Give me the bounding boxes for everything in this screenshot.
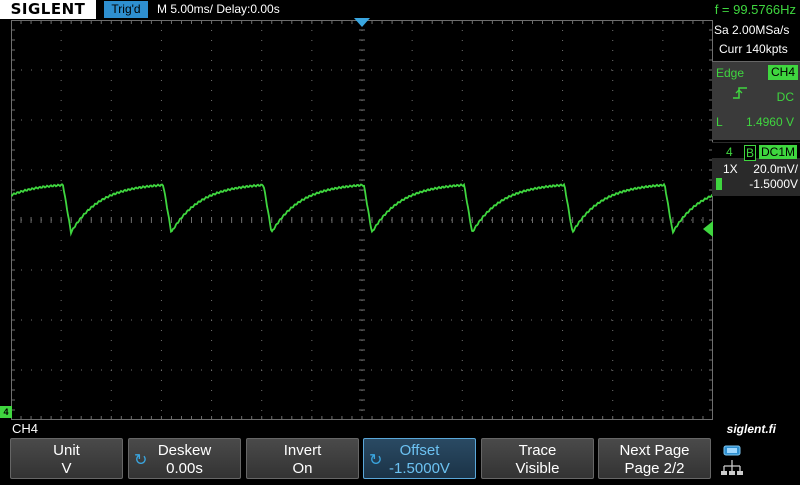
softkey-value: Visible — [515, 460, 560, 477]
channel-coupling: DC1M — [759, 145, 798, 159]
channel-number: 4 — [726, 145, 733, 159]
probe-attenuation: 1X — [723, 162, 738, 176]
brand-logo: SIGLENT — [0, 0, 96, 19]
softkey-label: Unit — [53, 442, 80, 459]
volts-per-div: 20.0mV/ — [753, 162, 798, 176]
rising-edge-icon — [732, 86, 748, 103]
channel-panel[interactable]: 4 B DC1M 1X 20.0mV/ -1.5000V — [712, 142, 800, 196]
frequency-readout: f = 99.5766Hz — [714, 2, 796, 17]
trigger-level-value: 1.4960 V — [745, 115, 794, 129]
trigger-level-label: L — [716, 115, 723, 129]
softkey-value: Page 2/2 — [624, 460, 685, 477]
invert-softkey[interactable]: Invert On — [246, 438, 359, 479]
softkey-bar: Unit V ↻ Deskew 0.00s Invert On ↻ Offset… — [10, 438, 712, 480]
rotary-knob-icon: ↻ — [369, 452, 383, 469]
rotary-knob-icon: ↻ — [134, 452, 148, 469]
top-status-bar: SIGLENT Trig'd M 5.00ms/ Delay:0.00s f =… — [0, 0, 800, 20]
trigger-position-marker[interactable] — [354, 18, 370, 27]
softkey-label: Invert — [283, 442, 322, 459]
memory-depth: Curr 140kpts — [719, 42, 788, 56]
timebase-readout[interactable]: M 5.00ms/ Delay:0.00s — [157, 1, 280, 18]
softkey-value: V — [61, 460, 72, 477]
trigger-source: CH4 — [767, 65, 798, 80]
active-channel-label: CH4 — [12, 421, 39, 436]
invert-indicator-icon — [716, 178, 722, 190]
trace-softkey[interactable]: Trace Visible — [481, 438, 594, 479]
channel-offset-marker[interactable]: 4 — [0, 406, 12, 418]
softkey-value: On — [292, 460, 313, 477]
softkey-label: Deskew — [157, 442, 212, 459]
softkey-label: Offset — [399, 442, 440, 459]
next-page-softkey[interactable]: Next Page Page 2/2 — [598, 438, 711, 479]
sample-rate: Sa 2.00MSa/s — [714, 23, 790, 37]
trigger-type: Edge — [716, 66, 745, 80]
deskew-softkey[interactable]: ↻ Deskew 0.00s — [128, 438, 241, 479]
bandwidth-limit-badge: B — [744, 145, 757, 161]
graticule — [11, 20, 713, 420]
softkey-label: Next Page — [619, 442, 690, 459]
network-status-icon — [718, 440, 748, 480]
ch4-waveform-trace — [11, 182, 713, 237]
offset-softkey[interactable]: ↻ Offset -1.5000V — [363, 438, 476, 479]
website-label: siglent.fi — [726, 422, 776, 436]
trigger-coupling: DC — [776, 90, 794, 104]
channel-panel-header: 4 B DC1M — [712, 143, 800, 161]
channel-offset: -1.5000V — [749, 177, 798, 191]
trigger-status-badge[interactable]: Trig'd — [104, 1, 148, 18]
unit-softkey[interactable]: Unit V — [10, 438, 123, 479]
waveform-display[interactable] — [11, 20, 713, 420]
trigger-panel[interactable]: Edge CH4 DC L 1.4960 V — [712, 61, 800, 140]
trigger-level-marker[interactable] — [703, 221, 713, 237]
softkey-label: Trace — [518, 442, 557, 459]
